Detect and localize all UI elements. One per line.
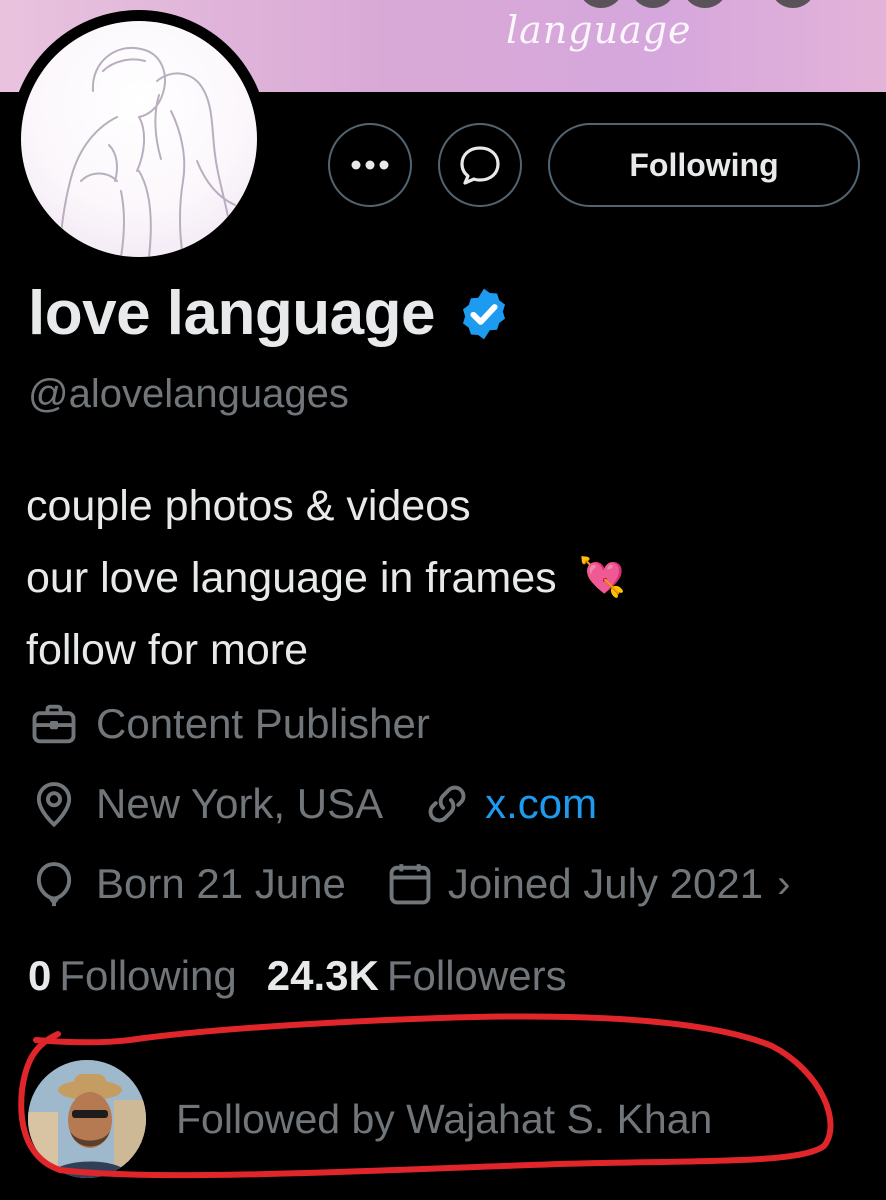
location-pin-icon bbox=[36, 782, 72, 828]
profile-bio: couple photos & videos our love language… bbox=[26, 470, 626, 686]
location-item: New York, USA bbox=[28, 778, 383, 830]
verified-badge-icon[interactable] bbox=[455, 285, 513, 343]
profile-stats: 0 Following 24.3K Followers bbox=[28, 952, 567, 1000]
banner-decoration bbox=[770, 0, 816, 8]
bio-line: follow for more bbox=[26, 626, 308, 674]
balloon-icon bbox=[36, 862, 72, 907]
profile-location-row: New York, USA x.com bbox=[28, 778, 597, 830]
followed-by-text: Followed by Wajahat S. Khan bbox=[176, 1095, 713, 1142]
profile-dates-row: Born 21 June Joined July 2021 › bbox=[28, 858, 790, 910]
message-icon bbox=[460, 146, 500, 185]
briefcase-icon bbox=[32, 704, 76, 744]
followers-label: Followers bbox=[386, 952, 567, 999]
following-label: Following bbox=[59, 952, 237, 999]
banner-decoration bbox=[630, 0, 676, 8]
following-stat[interactable]: 0 Following bbox=[28, 952, 237, 1000]
bio-line: couple photos & videos bbox=[26, 482, 471, 530]
banner-decoration bbox=[682, 0, 728, 8]
message-button[interactable] bbox=[438, 123, 522, 207]
profile-location: New York, USA bbox=[96, 780, 384, 827]
followers-count: 24.3K bbox=[266, 952, 379, 999]
website-item[interactable]: x.com bbox=[421, 778, 597, 830]
profile-website-link[interactable]: x.com bbox=[485, 780, 597, 828]
calendar-icon bbox=[389, 864, 431, 905]
profile-category-row: Content Publisher bbox=[28, 698, 430, 750]
profile-avatar[interactable] bbox=[10, 10, 268, 268]
bio-line: our love language in frames 💘 bbox=[26, 542, 626, 614]
followers-stat[interactable]: 24.3K Followers bbox=[267, 952, 567, 1000]
profile-birthday: Born 21 June bbox=[96, 860, 346, 907]
profile-name: love language bbox=[28, 279, 435, 348]
follower-avatar[interactable] bbox=[28, 1060, 146, 1178]
birthday-item: Born 21 June bbox=[28, 858, 346, 910]
followed-by-row[interactable]: Followed by Wajahat S. Khan bbox=[28, 1060, 712, 1178]
more-details-chevron[interactable]: › bbox=[777, 862, 790, 907]
following-button[interactable]: Following bbox=[548, 123, 860, 207]
banner-text: language bbox=[506, 8, 692, 52]
more-icon bbox=[351, 160, 389, 170]
profile-handle: @alovelanguages bbox=[28, 372, 349, 416]
more-button[interactable] bbox=[328, 123, 412, 207]
profile-name-row: love language bbox=[28, 278, 513, 349]
heart-arrow-emoji: 💘 bbox=[578, 557, 626, 599]
banner-decoration bbox=[578, 0, 624, 8]
avatar-illustration bbox=[21, 21, 257, 257]
profile-category: Content Publisher bbox=[96, 700, 430, 747]
following-count: 0 bbox=[28, 952, 52, 999]
profile-joined: Joined July 2021 bbox=[447, 860, 764, 907]
bio-line-text: our love language in frames bbox=[26, 554, 557, 602]
joined-item: Joined July 2021 bbox=[384, 858, 763, 910]
link-icon bbox=[428, 785, 466, 823]
